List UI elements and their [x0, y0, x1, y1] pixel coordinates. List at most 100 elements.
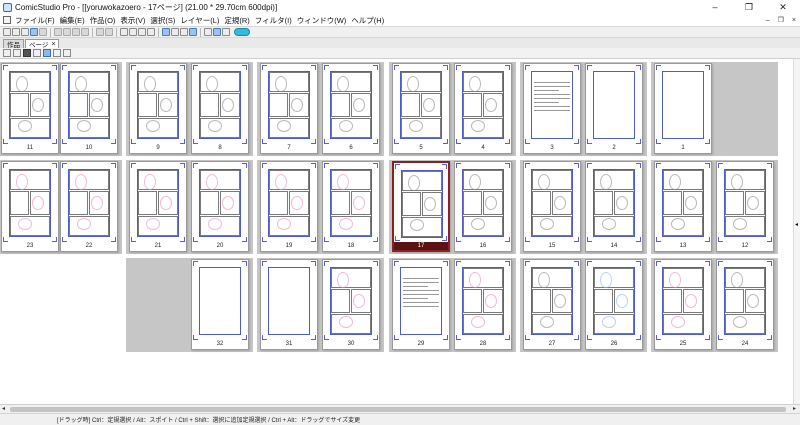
- sketch-figure: [160, 98, 172, 112]
- grid-icon[interactable]: [138, 28, 146, 36]
- menu-work[interactable]: 作品(O): [90, 15, 116, 26]
- navigator-icon[interactable]: [162, 28, 170, 36]
- sketch-figure: [222, 196, 234, 210]
- minimize-icon[interactable]: –: [698, 0, 732, 14]
- menu-select[interactable]: 選択(S): [150, 15, 175, 26]
- window-icon[interactable]: [63, 49, 71, 57]
- tab-page[interactable]: ページ ×: [25, 39, 60, 49]
- sketch-figure: [485, 98, 497, 112]
- tab-close-icon[interactable]: ×: [51, 41, 55, 48]
- comic-panel: [69, 191, 88, 215]
- page-thumbnail[interactable]: 18: [322, 161, 380, 252]
- page-thumbnail[interactable]: 30: [322, 259, 380, 350]
- comic-panel: [269, 93, 288, 117]
- menu-file[interactable]: ファイル(F): [15, 15, 55, 26]
- thumbnail-icon[interactable]: [53, 49, 61, 57]
- properties-icon[interactable]: [180, 28, 188, 36]
- scroll-left-arrow-icon[interactable]: ◂: [795, 221, 798, 228]
- redo-icon[interactable]: [105, 28, 113, 36]
- mdi-minimize-icon[interactable]: –: [766, 17, 770, 24]
- page-thumbnail[interactable]: 9: [129, 63, 187, 154]
- color-palette-icon[interactable]: [189, 28, 197, 36]
- delete-icon[interactable]: [81, 28, 89, 36]
- menu-window[interactable]: ウィンドウ(W): [297, 15, 347, 26]
- menu-layer[interactable]: レイヤー(L): [180, 15, 219, 26]
- paste-icon[interactable]: [72, 28, 80, 36]
- close-icon[interactable]: ✕: [766, 0, 800, 14]
- save-icon[interactable]: [30, 28, 38, 36]
- page-thumbnail[interactable]: 24: [716, 259, 774, 350]
- clip-studio-icon[interactable]: [234, 28, 250, 36]
- copy-icon[interactable]: [63, 28, 71, 36]
- menu-view[interactable]: 表示(V): [120, 15, 145, 26]
- page-properties-icon[interactable]: [13, 49, 21, 57]
- page-thumbnail[interactable]: 28: [454, 259, 512, 350]
- layer-icon[interactable]: [129, 28, 137, 36]
- save-as-icon[interactable]: [39, 28, 47, 36]
- play-icon[interactable]: [23, 49, 31, 57]
- menu-filter[interactable]: フィルタ(I): [255, 15, 292, 26]
- page-thumbnail[interactable]: 32: [191, 259, 249, 350]
- select-icon[interactable]: [43, 49, 51, 57]
- ruler-icon[interactable]: [147, 28, 155, 36]
- page-thumbnail[interactable]: 19: [260, 161, 318, 252]
- page-thumbnail[interactable]: 26: [585, 259, 643, 350]
- new-page-icon[interactable]: [12, 28, 20, 36]
- text-line: [534, 106, 570, 107]
- settings-icon[interactable]: [33, 49, 41, 57]
- history-icon[interactable]: [222, 28, 230, 36]
- page-thumbnail-canvas[interactable]: 11 10 9 8 7 6 5 4 3 2 1 23 22 21 20 19 18 17 16 15 14 13 12 32 3…: [0, 59, 793, 404]
- comic-panel: [200, 191, 219, 215]
- undo-icon[interactable]: [96, 28, 104, 36]
- page-thumbnail[interactable]: 16: [454, 161, 512, 252]
- restore-icon[interactable]: ❐: [732, 0, 766, 14]
- page-thumbnail[interactable]: 5: [392, 63, 450, 154]
- mdi-close-icon[interactable]: ×: [792, 17, 796, 24]
- vertical-scrollbar[interactable]: ◂: [793, 59, 800, 404]
- horizontal-scrollbar[interactable]: ◂ ▸: [0, 404, 800, 413]
- page-thumbnail[interactable]: 25: [654, 259, 712, 350]
- page-thumbnail[interactable]: 29: [392, 259, 450, 350]
- tool-palette-icon[interactable]: [171, 28, 179, 36]
- comic-panel: [331, 289, 350, 313]
- page-thumbnail[interactable]: 7: [260, 63, 318, 154]
- page-thumbnail[interactable]: 15: [523, 161, 581, 252]
- page-thumbnail[interactable]: 8: [191, 63, 249, 154]
- document-icon[interactable]: [3, 16, 11, 24]
- page-thumbnail[interactable]: 22: [60, 161, 118, 252]
- window-title: ComicStudio Pro - [[yoruwokazoero - 17ペー…: [15, 2, 278, 12]
- page-thumbnail[interactable]: 12: [716, 161, 774, 252]
- page-thumbnail[interactable]: 27: [523, 259, 581, 350]
- page-thumbnail[interactable]: 10: [60, 63, 118, 154]
- page-thumbnail[interactable]: 2: [585, 63, 643, 154]
- page-thumbnail[interactable]: 17: [392, 161, 450, 252]
- open-icon[interactable]: [21, 28, 29, 36]
- tab-work[interactable]: 作品: [3, 39, 24, 49]
- page-thumbnail[interactable]: 14: [585, 161, 643, 252]
- page-thumbnail[interactable]: 23: [1, 161, 59, 252]
- scrollbar-thumb[interactable]: [10, 407, 786, 412]
- new-file-icon[interactable]: [3, 28, 11, 36]
- page-thumbnail[interactable]: 4: [454, 63, 512, 154]
- page-thumbnail[interactable]: 31: [260, 259, 318, 350]
- menu-ruler[interactable]: 定規(R): [224, 15, 249, 26]
- page-number: 17: [394, 242, 448, 250]
- comic-panel: [532, 289, 551, 313]
- mdi-restore-icon[interactable]: ❐: [778, 16, 784, 24]
- page-thumbnail[interactable]: 13: [654, 161, 712, 252]
- sketch-figure: [208, 120, 222, 132]
- page-thumbnail[interactable]: 20: [191, 161, 249, 252]
- sketch-figure: [471, 120, 485, 132]
- page-thumbnail[interactable]: 21: [129, 161, 187, 252]
- page-thumbnail[interactable]: 11: [1, 63, 59, 154]
- page-thumbnail[interactable]: 3: [523, 63, 581, 154]
- cut-icon[interactable]: [54, 28, 62, 36]
- page-thumbnail[interactable]: 1: [654, 63, 712, 154]
- print-icon[interactable]: [120, 28, 128, 36]
- menu-edit[interactable]: 編集(E): [60, 15, 85, 26]
- menu-help[interactable]: ヘルプ(H): [351, 15, 384, 26]
- page-thumbnail[interactable]: 6: [322, 63, 380, 154]
- view-icon[interactable]: [213, 28, 221, 36]
- page-list-icon[interactable]: [3, 49, 11, 57]
- material-icon[interactable]: [204, 28, 212, 36]
